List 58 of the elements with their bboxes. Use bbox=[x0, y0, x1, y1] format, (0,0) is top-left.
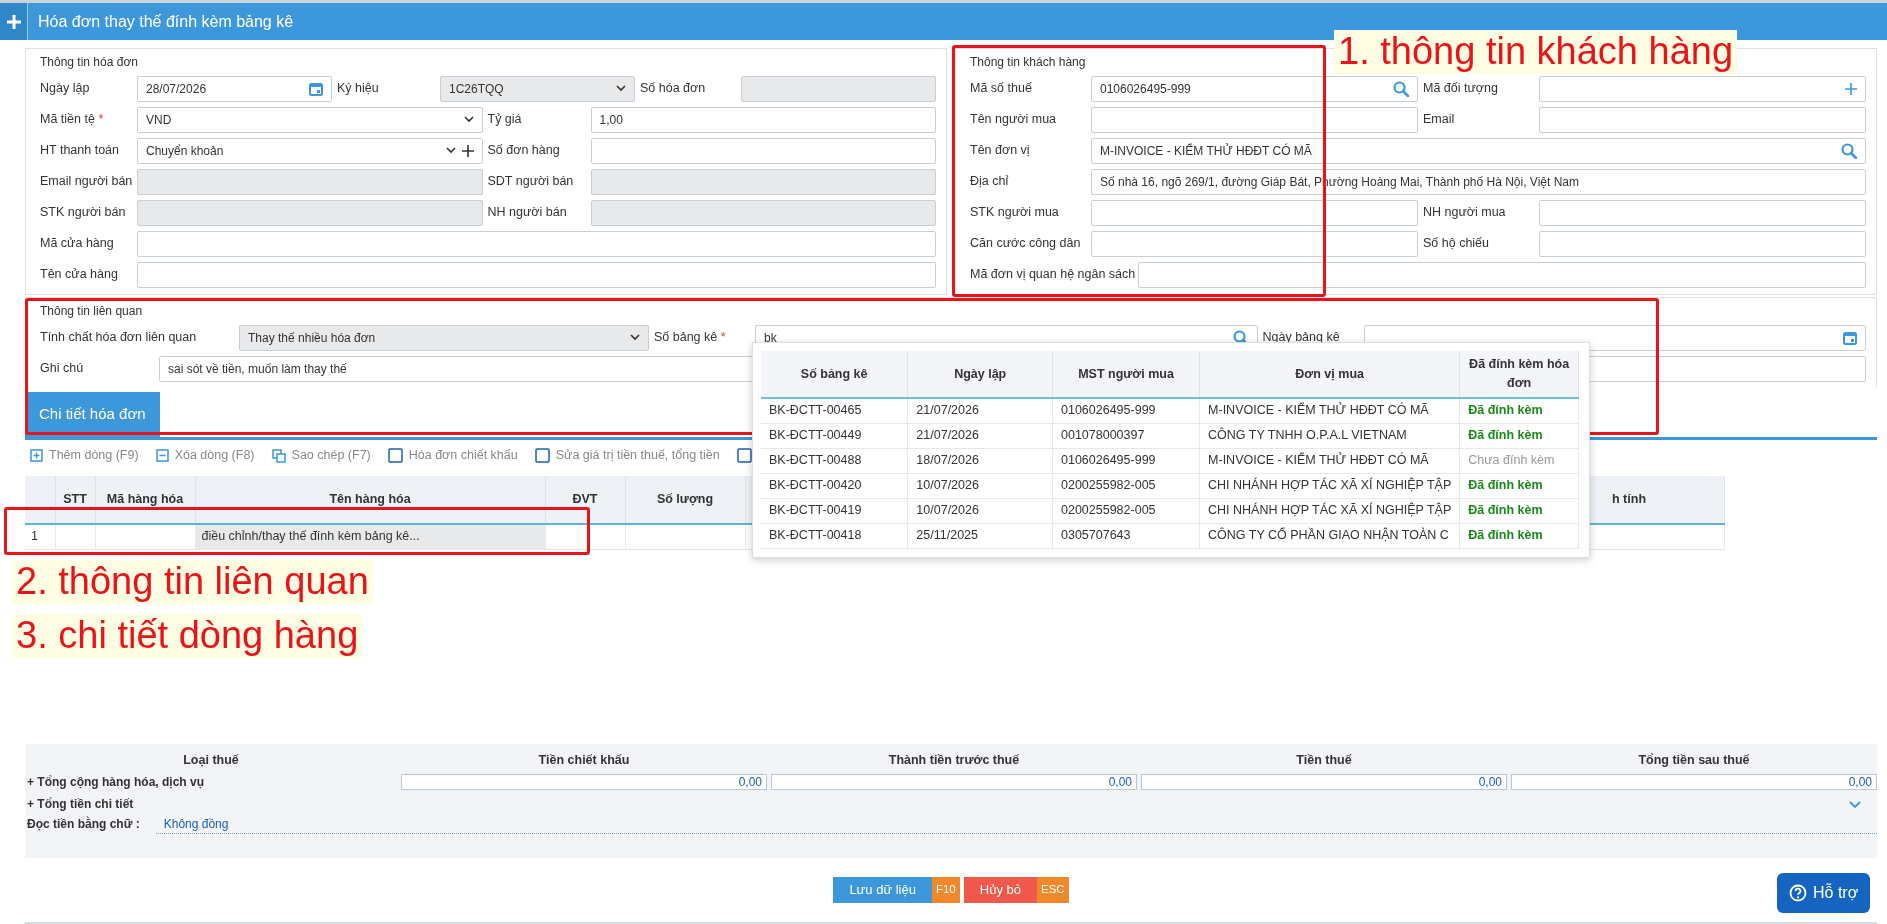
field-label: Email người bán bbox=[39, 173, 134, 191]
field-label: STK người bán bbox=[39, 204, 127, 222]
field-label: Căn cước công dân bbox=[969, 235, 1082, 253]
amount-field: 0,00 bbox=[1141, 774, 1507, 790]
field-label: Email bbox=[1422, 111, 1456, 129]
field-label: Mã cửa hàng bbox=[39, 235, 115, 253]
column-header: MST người mua bbox=[1052, 351, 1200, 398]
amount-in-words: Không đồng bbox=[155, 814, 1877, 834]
section-title: Thông tin liên quan bbox=[39, 303, 143, 320]
field-label: Số hộ chiếu bbox=[1422, 235, 1491, 253]
column-header: Mã hàng hóa bbox=[95, 475, 195, 524]
window-title: Hóa đơn thay thế đính kèm bảng kê bbox=[37, 11, 294, 32]
column-header: Ngày lập bbox=[907, 351, 1053, 398]
field-label: NH người bán bbox=[486, 204, 568, 222]
section-title: Thông tin hóa đơn bbox=[39, 54, 138, 71]
section-title: Thông tin khách hàng bbox=[969, 54, 1086, 71]
column-header: ĐVT bbox=[545, 475, 625, 524]
column-header: Tiền chiết khấu bbox=[537, 751, 631, 769]
column-header: Loại thuế bbox=[182, 751, 240, 769]
field-label: Tên đơn vị bbox=[969, 142, 1031, 160]
field-label: Tỷ giá bbox=[486, 111, 523, 129]
column-header: Thành tiền trước thuế bbox=[887, 751, 1021, 769]
field-label: Mã tiền tệ * bbox=[39, 111, 105, 129]
row-number: 1 bbox=[25, 523, 55, 550]
column-header: Tiền thuế bbox=[1295, 751, 1353, 769]
field-label: Mã đối tượng bbox=[1422, 80, 1499, 98]
field-label: Tính chất hóa đơn liên quan bbox=[39, 329, 198, 347]
field-label: Địa chỉ bbox=[969, 173, 1010, 191]
field-label: Ghi chú bbox=[39, 360, 85, 378]
column-header: Đã đính kèm hóa đơn bbox=[1459, 351, 1579, 398]
field-label: Ký hiệu bbox=[336, 80, 380, 98]
field-label: Tên người mua bbox=[969, 111, 1058, 129]
field-label: Số đơn hàng bbox=[486, 142, 561, 160]
field-label: Số bảng kê * bbox=[653, 329, 727, 347]
field-label: Mã số thuế bbox=[969, 80, 1033, 98]
row-label: + Tổng tiền chi tiết bbox=[26, 796, 135, 813]
column-header: Số bảng kê bbox=[761, 351, 908, 398]
table-cell: điều chỉnh/thay thế đính kèm bảng kê... bbox=[201, 529, 420, 544]
field-label: Mã đơn vị quan hệ ngân sách bbox=[969, 266, 1136, 284]
row-label: Đọc tiền bằng chữ : bbox=[26, 815, 140, 833]
field-label: STK người mua bbox=[969, 204, 1060, 222]
field-label: Ngày lập bbox=[39, 80, 91, 98]
amount-field: 0,00 bbox=[1511, 774, 1877, 790]
column-header: Đơn vị mua bbox=[1199, 351, 1460, 398]
amount-field: 0,00 bbox=[401, 774, 767, 790]
column-header: Số lượng bbox=[625, 475, 745, 524]
field-label: Tên cửa hàng bbox=[39, 266, 119, 284]
field-label: HT thanh toán bbox=[39, 142, 120, 160]
field-label: NH người mua bbox=[1422, 204, 1507, 222]
annotation-label: 3. chi tiết dòng hàng bbox=[12, 614, 363, 658]
field-label: Số hóa đơn bbox=[639, 80, 707, 98]
amount-field: 0,00 bbox=[771, 774, 1137, 790]
field-label: SDT người bán bbox=[486, 173, 575, 191]
column-header: Tổng tiền sau thuế bbox=[1637, 751, 1751, 769]
annotation-label: 1. thông tin khách hàng bbox=[1334, 30, 1738, 74]
annotation-label: 2. thông tin liên quan bbox=[12, 560, 373, 604]
column-header: Tên hàng hóa bbox=[195, 475, 545, 524]
row-label: + Tổng cộng hàng hóa, dịch vụ bbox=[26, 774, 205, 791]
